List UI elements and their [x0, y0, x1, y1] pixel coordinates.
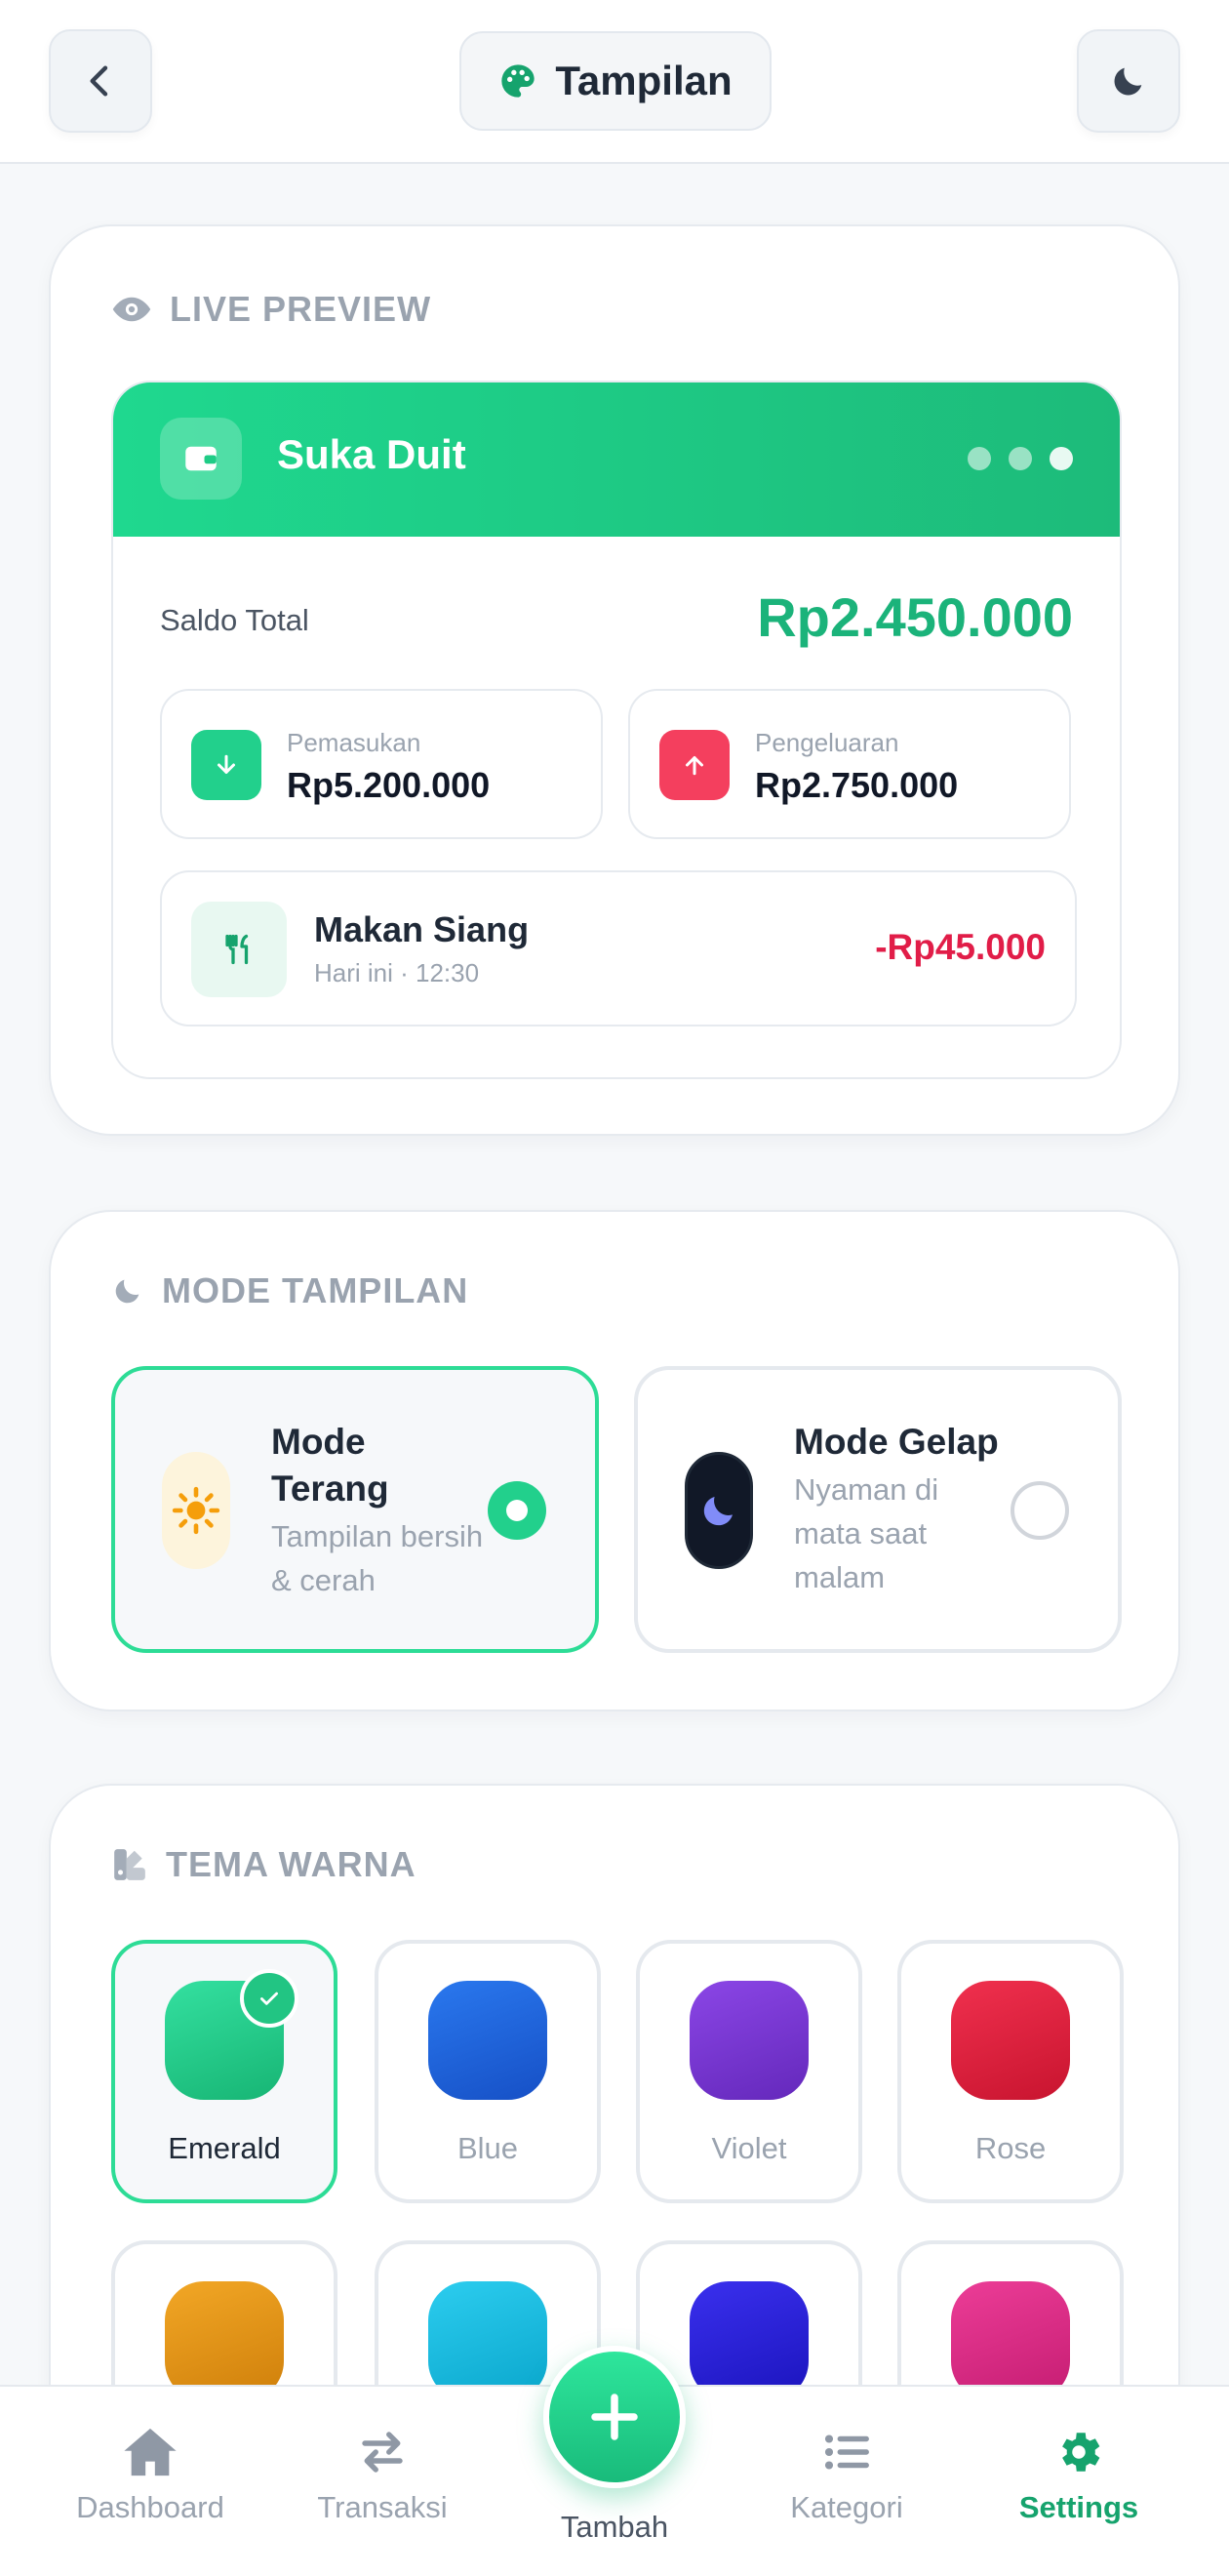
palette-icon: [501, 64, 535, 98]
nav-tambah-label: Tambah: [560, 2510, 669, 2544]
saldo-label: Saldo Total: [160, 603, 309, 637]
theme-swatch-violet[interactable]: Violet: [636, 1940, 862, 2203]
arrows-exchange-icon: [362, 2432, 403, 2473]
home-icon: [124, 2428, 177, 2476]
light-mode-option[interactable]: Mode Terang Tampilan bersih & cerah: [111, 1366, 599, 1653]
income-value: Rp5.200.000: [287, 765, 491, 805]
preview-app-name: Suka Duit: [277, 431, 466, 477]
preview-header: Suka Duit: [113, 382, 1120, 537]
dark-mode-description: Nyaman di mata saat malam: [794, 1472, 939, 1594]
income-card: Pemasukan Rp5.200.000: [160, 689, 603, 839]
transaction-time: Hari ini · 12:30: [314, 958, 480, 987]
swatch-label: Violet: [711, 2131, 787, 2165]
dark-mode-option[interactable]: Mode Gelap Nyaman di mata saat malam: [634, 1366, 1122, 1653]
moon-icon: [685, 1452, 753, 1569]
swatch-color: [690, 1981, 809, 2100]
swatch-book-icon: [114, 1849, 145, 1880]
header-dot: [1050, 447, 1073, 470]
display-mode-card: MODE TAMPILAN Mode Terang Tampilan bersi…: [49, 1210, 1180, 1711]
expense-card: Pengeluaran Rp2.750.000: [628, 689, 1071, 839]
light-mode-radio[interactable]: [488, 1481, 546, 1540]
transaction-name: Makan Siang: [314, 909, 530, 949]
swatch-color: [690, 2281, 809, 2400]
chevron-left-icon: [90, 65, 108, 97]
swatch-color: [951, 1981, 1070, 2100]
live-preview-heading: LIVE PREVIEW: [111, 289, 431, 330]
arrow-up-icon: [659, 730, 730, 800]
dark-mode-title: Mode Gelap: [794, 1422, 999, 1462]
wallet-icon: [160, 418, 242, 500]
theme-swatch-emerald[interactable]: Emerald: [111, 1940, 337, 2203]
expense-label: Pengeluaran: [755, 728, 899, 757]
page-title-pill: Tampilan: [459, 31, 772, 131]
nav-transaksi[interactable]: Transaksi: [275, 2426, 490, 2525]
preview-panel: Suka Duit Saldo Total Rp2.450.000 Pemasu…: [111, 381, 1122, 1079]
sun-icon: [162, 1452, 230, 1569]
check-icon: [240, 1969, 298, 2028]
header-dot: [1009, 447, 1032, 470]
eye-icon: [112, 297, 151, 322]
transaction-amount: -Rp45.000: [875, 927, 1046, 967]
dark-mode-toggle-button[interactable]: [1077, 29, 1180, 133]
arrow-down-icon: [191, 730, 261, 800]
swatch-color: [428, 1981, 547, 2100]
dark-mode-radio[interactable]: [1011, 1481, 1069, 1540]
transaction-item: Makan Siang Hari ini · 12:30 -Rp45.000: [160, 870, 1077, 1026]
nav-settings[interactable]: Settings: [971, 2426, 1186, 2525]
swatch-label: Emerald: [168, 2131, 281, 2165]
live-preview-card: LIVE PREVIEW Suka Duit Saldo Total Rp2.4…: [49, 224, 1180, 1136]
plus-icon: [591, 2394, 638, 2440]
swatch-color: [428, 2281, 547, 2400]
add-transaction-button[interactable]: [543, 2346, 686, 2488]
color-theme-heading: TEMA WARNA: [111, 1844, 416, 1885]
moon-icon: [1114, 67, 1142, 96]
expense-value: Rp2.750.000: [755, 765, 959, 805]
swatch-label: Blue: [456, 2131, 519, 2165]
moon-icon: [115, 1279, 139, 1304]
light-mode-description: Tampilan bersih & cerah: [271, 1519, 484, 1597]
theme-swatch-blue[interactable]: Blue: [375, 1940, 601, 2203]
list-icon: [824, 2435, 869, 2470]
saldo-value: Rp2.450.000: [757, 586, 1073, 648]
nav-kategori[interactable]: Kategori: [739, 2426, 954, 2525]
nav-dashboard[interactable]: Dashboard: [43, 2426, 258, 2525]
utensils-icon: [191, 902, 287, 997]
display-mode-heading: MODE TAMPILAN: [111, 1270, 468, 1311]
gear-icon: [1062, 2433, 1100, 2472]
income-label: Pemasukan: [287, 728, 421, 757]
app-header: Tampilan: [0, 0, 1229, 164]
theme-swatch-rose[interactable]: Rose: [897, 1940, 1124, 2203]
light-mode-title: Mode Terang: [271, 1422, 389, 1509]
swatch-color: [951, 2281, 1070, 2400]
swatch-label: Rose: [974, 2131, 1047, 2165]
back-button[interactable]: [49, 29, 152, 133]
swatch-color: [165, 2281, 284, 2400]
header-dot: [968, 447, 991, 470]
page-title: Tampilan: [555, 58, 733, 103]
